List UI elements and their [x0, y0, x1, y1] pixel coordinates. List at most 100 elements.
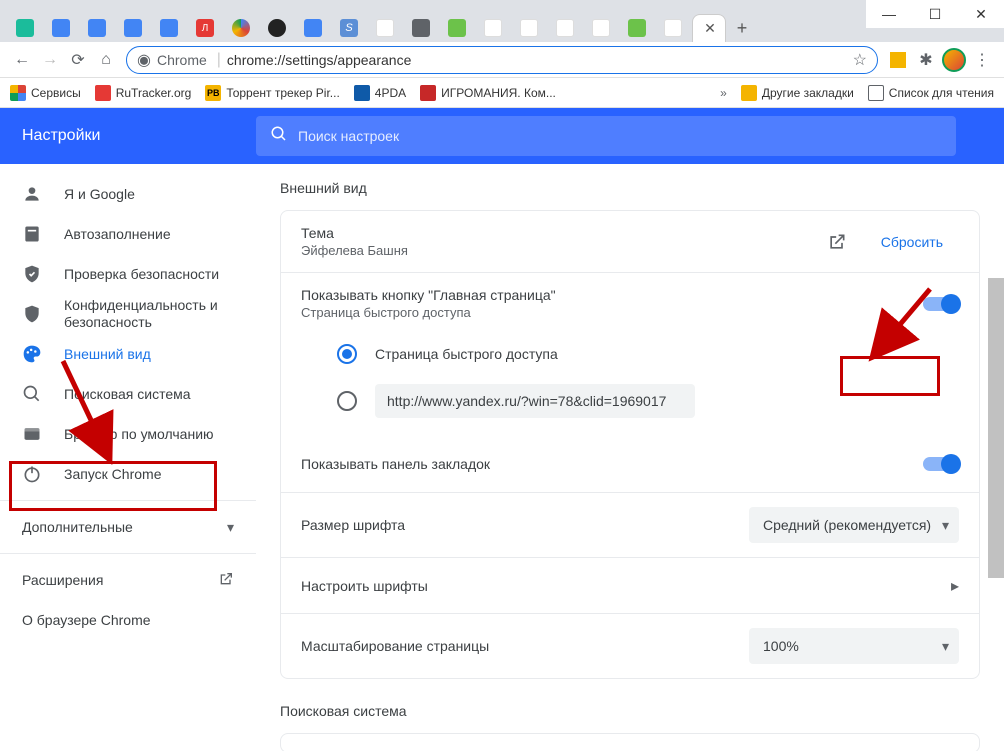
other-bookmarks[interactable]: Другие закладки [741, 85, 854, 101]
site-info-icon[interactable]: ◉ [137, 50, 151, 70]
sidebar-item-extensions[interactable]: Расширения [0, 560, 256, 600]
sidebar-item-appearance[interactable]: Внешний вид [0, 334, 256, 374]
url-path: chrome://settings/appearance [227, 52, 411, 68]
menu-kebab-icon[interactable]: ⋮ [968, 46, 996, 74]
reading-list[interactable]: Список для чтения [868, 85, 994, 101]
tab[interactable] [296, 14, 330, 42]
divider [0, 500, 256, 501]
bookmarks-bar: Сервисы RuTracker.org PB Торрент трекер … [0, 78, 1004, 108]
section-title-search: Поисковая система [280, 703, 980, 719]
tab[interactable] [116, 14, 150, 42]
external-link-icon [218, 571, 234, 590]
tab-active[interactable]: ✕ [692, 14, 726, 42]
customize-fonts-label: Настроить шрифты [301, 578, 951, 594]
chevron-down-icon: ▾ [227, 519, 234, 536]
close-window-button[interactable]: ✕ [958, 0, 1004, 28]
home-radio-fast-access[interactable]: Страница быстрого доступа [281, 334, 979, 374]
back-button[interactable]: ← [8, 46, 36, 74]
bookmark-item[interactable]: 4PDA [354, 85, 406, 101]
font-size-label: Размер шрифта [301, 517, 749, 533]
bookmark-item[interactable]: RuTracker.org [95, 85, 192, 101]
tab[interactable] [656, 14, 690, 42]
settings-search[interactable] [256, 116, 956, 156]
font-size-select[interactable]: Средний (рекомендуется) ▾ [749, 507, 959, 543]
radio-unchecked-icon[interactable] [337, 391, 357, 411]
bookmark-star-icon[interactable]: ☆ [853, 50, 867, 70]
sidebar-item-safety-check[interactable]: Проверка безопасности [0, 254, 256, 294]
minimize-button[interactable]: — [866, 0, 912, 28]
home-button-row: Показывать кнопку "Главная страница" Стр… [281, 272, 979, 334]
radio-checked-icon[interactable] [337, 344, 357, 364]
font-size-row: Размер шрифта Средний (рекомендуется) ▾ [281, 492, 979, 557]
sidebar-label: О браузере Chrome [22, 612, 151, 628]
tab[interactable] [224, 14, 258, 42]
tab[interactable] [152, 14, 186, 42]
extensions-puzzle-icon[interactable]: ✱ [912, 46, 940, 74]
bookmarks-bar-toggle[interactable] [923, 457, 959, 471]
tab[interactable] [512, 14, 546, 42]
sidebar-label: Проверка безопасности [64, 266, 219, 282]
person-icon [22, 184, 42, 204]
home-button-toggle[interactable] [923, 297, 959, 311]
profile-avatar[interactable] [940, 46, 968, 74]
home-button[interactable]: ⌂ [92, 46, 120, 74]
tab[interactable]: Л [188, 14, 222, 42]
sidebar-label: Внешний вид [64, 346, 151, 362]
maximize-button[interactable]: ☐ [912, 0, 958, 28]
chevron-right-icon: ▸ [951, 576, 959, 596]
sidebar-item-search-engine[interactable]: Поисковая система [0, 374, 256, 414]
appearance-card: Тема Эйфелева Башня Сбросить Показывать … [280, 210, 980, 679]
new-tab-button[interactable]: + [728, 14, 756, 42]
customize-fonts-row[interactable]: Настроить шрифты ▸ [281, 557, 979, 613]
tab[interactable] [404, 14, 438, 42]
forward-button[interactable]: → [36, 46, 64, 74]
tab[interactable] [620, 14, 654, 42]
tab[interactable]: S [332, 14, 366, 42]
divider [0, 553, 256, 554]
sidebar-item-default-browser[interactable]: Браузер по умолчанию [0, 414, 256, 454]
bookmark-label: RuTracker.org [116, 86, 192, 100]
tab[interactable] [548, 14, 582, 42]
settings-container: Настройки Я и Google Автозаполнение Пров… [0, 108, 1004, 751]
tab[interactable] [8, 14, 42, 42]
favicon [420, 85, 436, 101]
favicon [354, 85, 370, 101]
home-radio-custom-url[interactable]: http://www.yandex.ru/?win=78&clid=196901… [281, 374, 979, 436]
settings-search-input[interactable] [298, 128, 942, 144]
open-external-icon[interactable] [827, 232, 847, 252]
tab[interactable] [260, 14, 294, 42]
tab[interactable] [584, 14, 618, 42]
tab-close-icon[interactable]: ✕ [704, 20, 716, 37]
page-zoom-label: Масштабирование страницы [301, 638, 749, 654]
sidebar-item-on-startup[interactable]: Запуск Chrome [0, 454, 256, 494]
sidebar-item-autofill[interactable]: Автозаполнение [0, 214, 256, 254]
settings-header: Настройки [0, 108, 1004, 164]
url-input[interactable]: ◉ Chrome | chrome://settings/appearance … [126, 46, 878, 74]
bookmark-label: Сервисы [31, 86, 81, 100]
sidebar-label: Конфиденциальность и безопасность [64, 297, 234, 331]
page-zoom-select[interactable]: 100% ▾ [749, 628, 959, 664]
page-zoom-value: 100% [763, 638, 799, 654]
scrollbar-thumb[interactable] [988, 278, 1004, 578]
home-url-input[interactable]: http://www.yandex.ru/?win=78&clid=196901… [375, 384, 695, 418]
bookmark-services[interactable]: Сервисы [10, 85, 81, 101]
tab[interactable] [476, 14, 510, 42]
bookmark-item[interactable]: ИГРОМАНИЯ. Ком... [420, 85, 556, 101]
bookmarks-overflow-icon[interactable]: » [720, 86, 727, 100]
tab[interactable] [440, 14, 474, 42]
home-url-value: http://www.yandex.ru/?win=78&clid=196901… [387, 393, 666, 409]
sidebar-label: Браузер по умолчанию [64, 426, 214, 442]
extension-icon[interactable] [884, 46, 912, 74]
tab[interactable] [80, 14, 114, 42]
reset-theme-button[interactable]: Сбросить [865, 226, 959, 258]
sidebar-item-about[interactable]: О браузере Chrome [0, 600, 256, 640]
search-icon [270, 125, 288, 148]
bookmark-item[interactable]: PB Торрент трекер Pir... [205, 85, 339, 101]
tab[interactable] [44, 14, 78, 42]
sidebar-item-privacy[interactable]: Конфиденциальность и безопасность [0, 294, 256, 334]
settings-sidebar: Я и Google Автозаполнение Проверка безоп… [0, 108, 256, 751]
sidebar-item-advanced[interactable]: Дополнительные ▾ [0, 507, 256, 547]
reload-button[interactable]: ⟳ [64, 46, 92, 74]
tab[interactable] [368, 14, 402, 42]
sidebar-item-you-and-google[interactable]: Я и Google [0, 174, 256, 214]
